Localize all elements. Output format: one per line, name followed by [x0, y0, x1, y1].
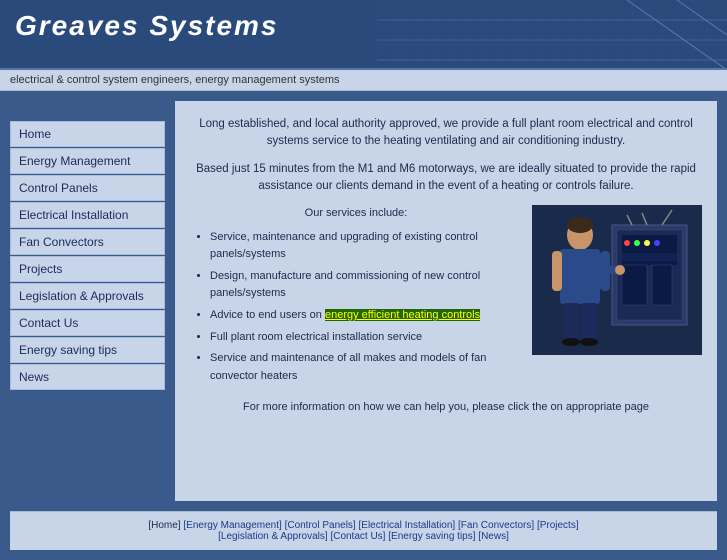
header: Greaves Systems [0, 0, 727, 70]
sidebar-item-fan-convectors[interactable]: Fan Convectors [10, 229, 165, 255]
footer-link-news[interactable]: [News] [478, 531, 509, 542]
services-header: Our services include: [190, 205, 522, 223]
sidebar-item-home[interactable]: Home [10, 121, 165, 147]
service-item-0: Service, maintenance and upgrading of ex… [210, 229, 522, 264]
footer-link-projects[interactable]: [Projects] [537, 520, 579, 531]
main-layout: HomeEnergy ManagementControl PanelsElect… [0, 91, 727, 511]
sidebar-item-electrical-installation[interactable]: Electrical Installation [10, 202, 165, 228]
footer-link-legislation[interactable]: [Legislation & Approvals] [218, 531, 328, 542]
sidebar-item-control-panels[interactable]: Control Panels [10, 175, 165, 201]
site-title: Greaves Systems [15, 10, 279, 41]
tagline-bar: electrical & control system engineers, e… [0, 70, 727, 91]
sidebar-item-contact-us[interactable]: Contact Us [10, 310, 165, 336]
footer-link-electrical-installation[interactable]: [Electrical Installation] [359, 520, 456, 531]
services-list-items: Service, maintenance and upgrading of ex… [190, 229, 522, 386]
footer-link-energy-management[interactable]: [Energy Management] [183, 520, 281, 531]
footer-link-energy-saving-tips[interactable]: [Energy saving tips] [388, 531, 475, 542]
more-info-text: For more information on how we can help … [190, 401, 702, 413]
service-item-4: Service and maintenance of all makes and… [210, 350, 522, 385]
tagline-text: electrical & control system engineers, e… [10, 74, 340, 86]
content-area: Long established, and local authority ap… [175, 101, 717, 501]
sidebar-item-energy-management[interactable]: Energy Management [10, 148, 165, 174]
footer-links-row2: [Legislation & Approvals] [Contact Us] [… [18, 531, 709, 542]
sidebar: HomeEnergy ManagementControl PanelsElect… [10, 101, 165, 501]
sidebar-item-energy-saving-tips[interactable]: Energy saving tips [10, 337, 165, 363]
footer-link-home[interactable]: [Home] [148, 520, 180, 531]
engineer-photo [532, 205, 702, 355]
footer-link-contact-us[interactable]: [Contact Us] [330, 531, 385, 542]
intro-paragraph-2: Based just 15 minutes from the M1 and M6… [190, 161, 702, 196]
service-item-2: Advice to end users on energy efficient … [210, 307, 522, 325]
engineer-illustration [532, 205, 702, 355]
services-section: Our services include: Service, maintenan… [190, 205, 702, 389]
services-list: Our services include: Service, maintenan… [190, 205, 522, 389]
intro-paragraph-1: Long established, and local authority ap… [190, 116, 702, 151]
footer-links-row1: [Home] [Energy Management] [Control Pane… [18, 520, 709, 531]
engineer-photo-inner [532, 205, 702, 355]
footer-link-fan-convectors[interactable]: [Fan Convectors] [458, 520, 534, 531]
sidebar-item-news[interactable]: News [10, 364, 165, 390]
sidebar-item-projects[interactable]: Projects [10, 256, 165, 282]
sidebar-item-legislation[interactable]: Legislation & Approvals [10, 283, 165, 309]
service-item-3: Full plant room electrical installation … [210, 329, 522, 347]
header-grid-decoration [377, 0, 727, 70]
footer: [Home] [Energy Management] [Control Pane… [10, 511, 717, 550]
footer-link-control-panels[interactable]: [Control Panels] [285, 520, 356, 531]
service-item-1: Design, manufacture and commissioning of… [210, 268, 522, 303]
energy-efficient-link[interactable]: energy efficient heating controls [325, 309, 480, 321]
